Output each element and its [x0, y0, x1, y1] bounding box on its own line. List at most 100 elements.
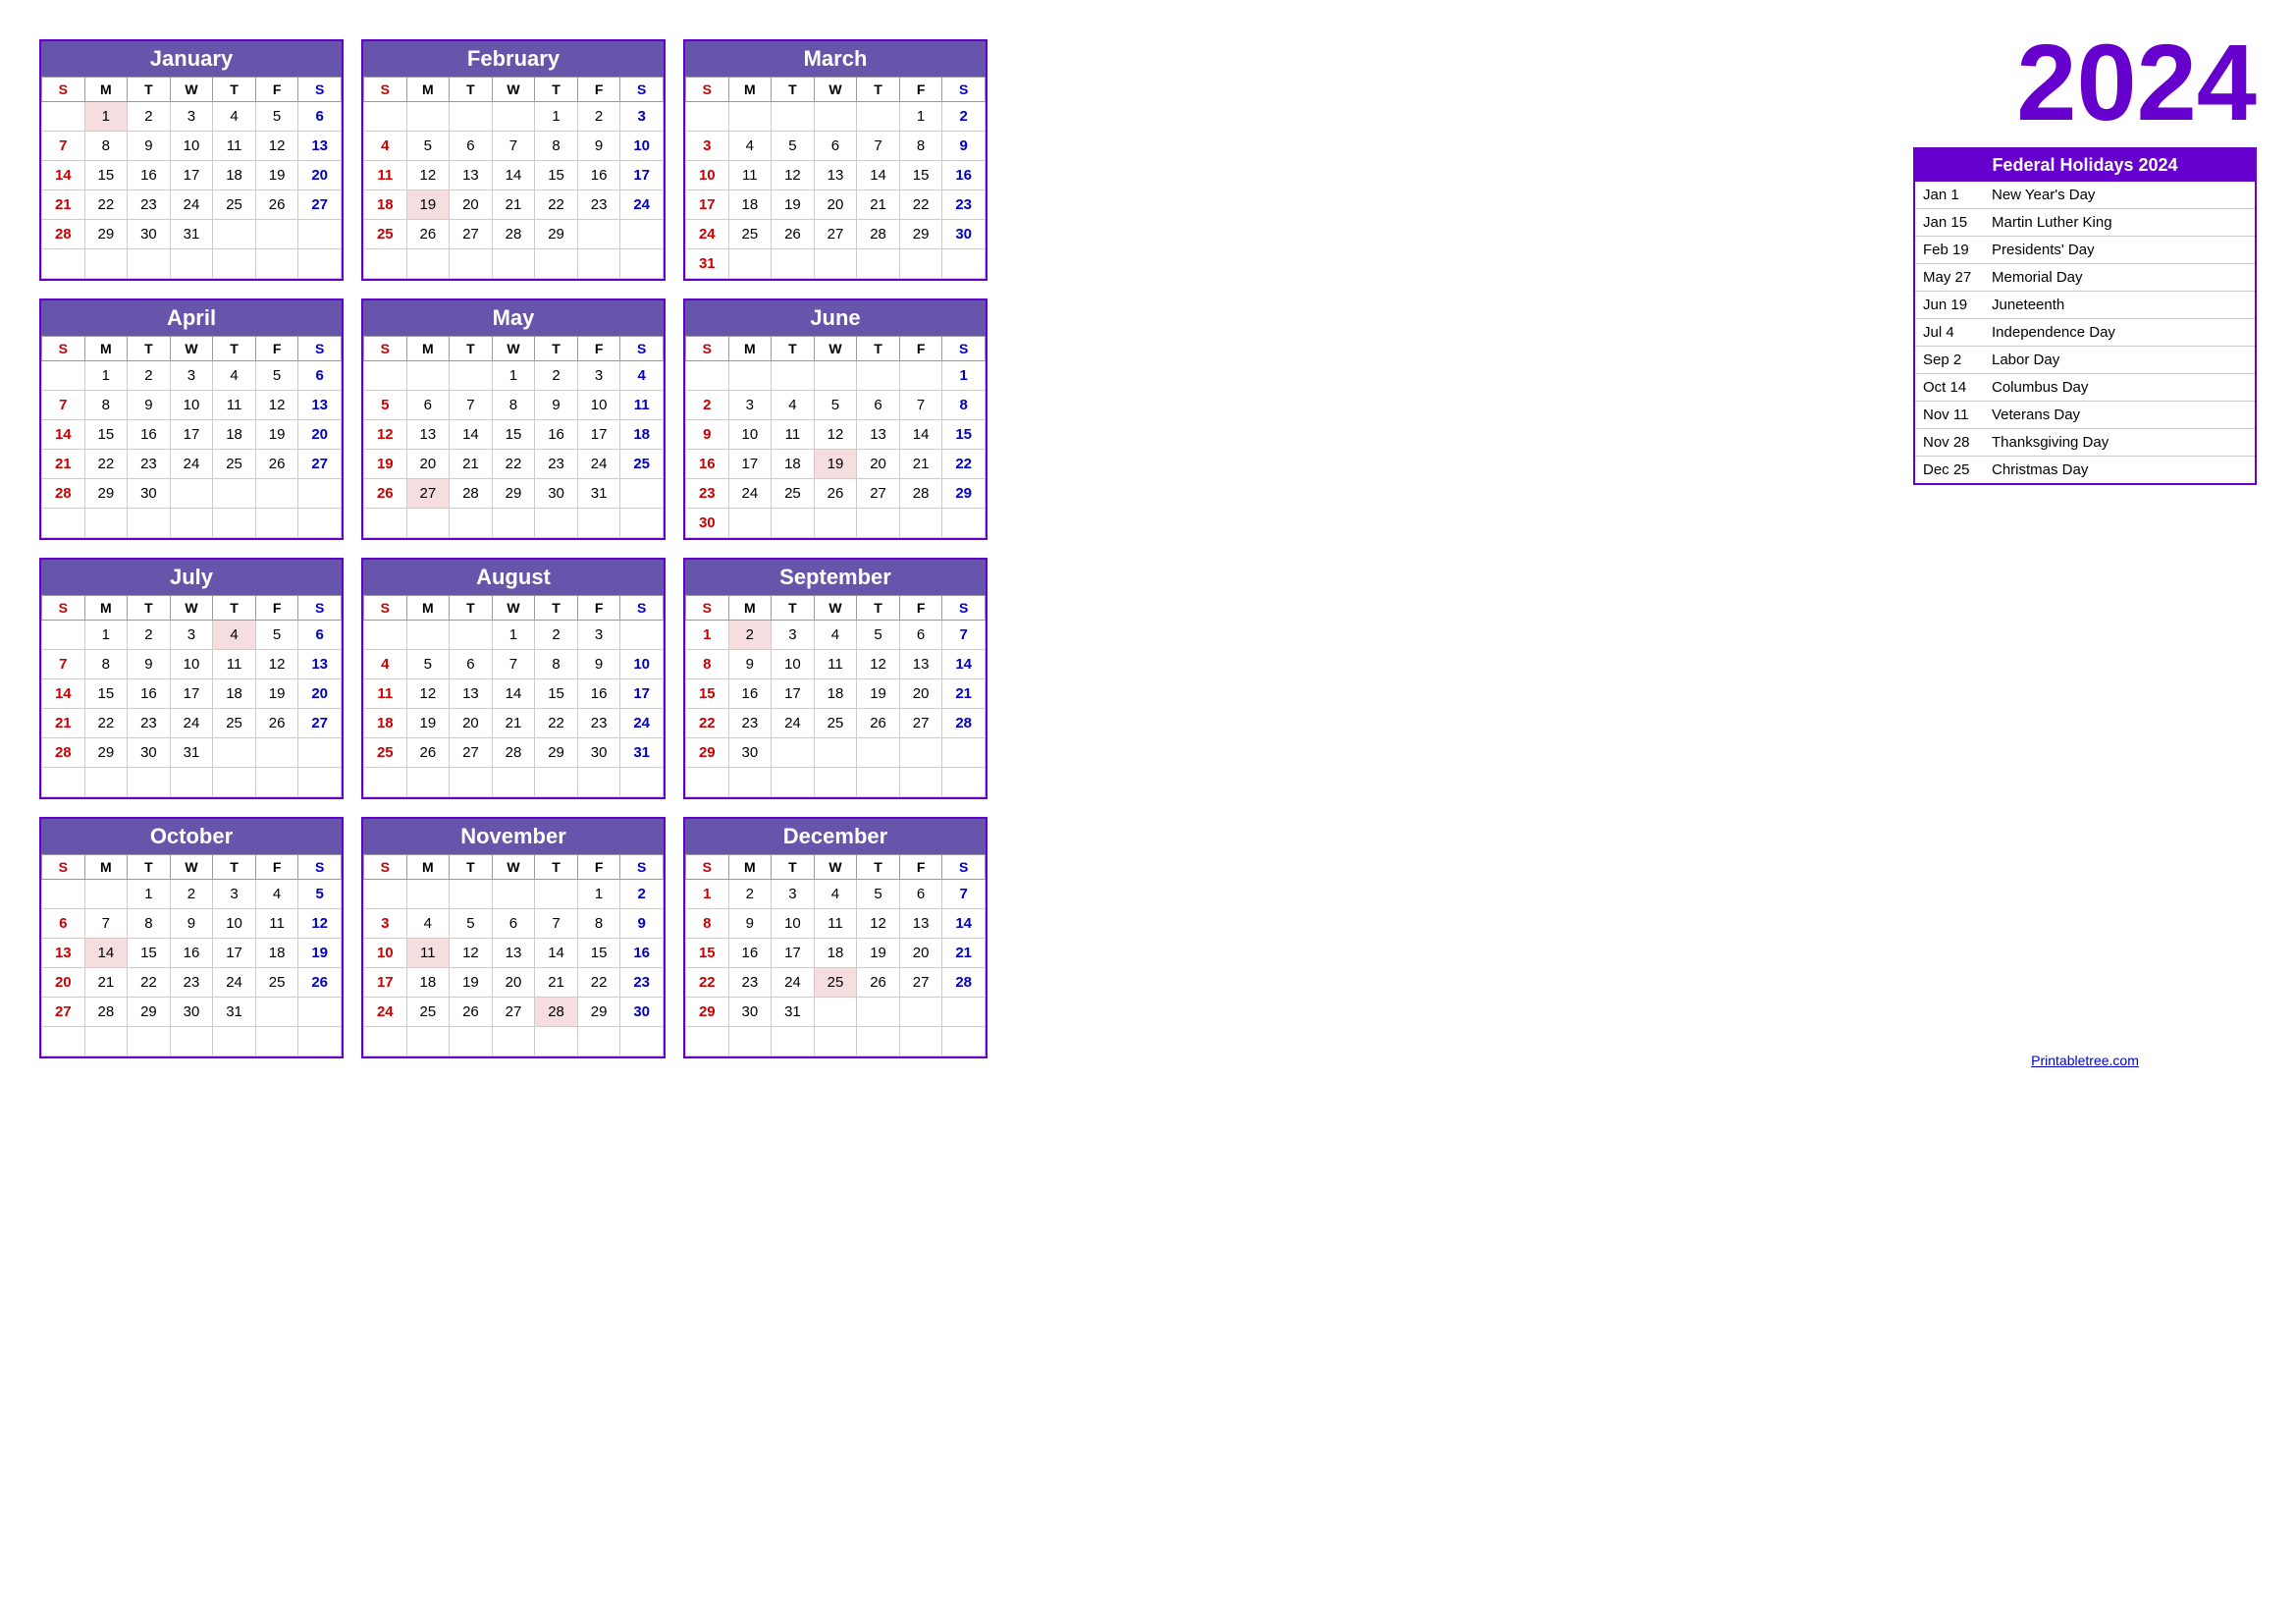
calendar-day: 9: [577, 650, 620, 679]
holiday-date: May 27: [1923, 269, 1992, 286]
calendar-day: [450, 249, 493, 279]
calendar-day: [577, 768, 620, 797]
calendar-day: 26: [857, 968, 900, 998]
calendar-day: 24: [728, 479, 772, 509]
calendar-day: [857, 738, 900, 768]
calendar-day: 24: [620, 190, 664, 220]
calendar-day: [84, 768, 128, 797]
day-header: T: [535, 337, 578, 361]
calendar-day: 21: [42, 450, 85, 479]
calendar-day: 13: [406, 420, 450, 450]
day-header: W: [492, 596, 535, 621]
calendar-day: 23: [686, 479, 729, 509]
calendar-day: [728, 361, 772, 391]
calendar-header: May: [363, 300, 664, 336]
calendar-day: 23: [577, 190, 620, 220]
calendar-day: [364, 102, 407, 132]
day-header: S: [620, 855, 664, 880]
calendar-day: 16: [128, 420, 171, 450]
calendar-day: 28: [42, 479, 85, 509]
calendar-day: 1: [84, 102, 128, 132]
day-header: W: [492, 337, 535, 361]
holiday-date: Feb 19: [1923, 242, 1992, 258]
calendar-day: 24: [772, 968, 815, 998]
calendar-day: 29: [942, 479, 986, 509]
calendar-day: 3: [620, 102, 664, 132]
calendar-day: 2: [535, 361, 578, 391]
calendar-day: [450, 1027, 493, 1056]
printable-link[interactable]: Printabletree.com: [1913, 1033, 2257, 1068]
day-header: M: [406, 596, 450, 621]
calendar-day: 10: [686, 161, 729, 190]
calendar-march: MarchSMTWTFS1234567891011121314151617181…: [683, 39, 988, 281]
calendar-day: 5: [857, 880, 900, 909]
calendar-september: SeptemberSMTWTFS123456789101112131415161…: [683, 558, 988, 799]
calendar-day: 14: [84, 939, 128, 968]
calendar-day: 2: [535, 621, 578, 650]
calendar-day: 10: [364, 939, 407, 968]
calendar-day: [728, 249, 772, 279]
calendar-day: 4: [772, 391, 815, 420]
calendar-day: 11: [255, 909, 298, 939]
calendar-day: 11: [814, 650, 857, 679]
calendar-table: SMTWTFS123456789101112131415161718192021…: [363, 77, 664, 279]
day-header: S: [42, 855, 85, 880]
day-header: W: [814, 596, 857, 621]
calendar-header: September: [685, 560, 986, 595]
calendar-day: 7: [42, 650, 85, 679]
calendar-day: 19: [857, 939, 900, 968]
calendar-day: 28: [857, 220, 900, 249]
calendar-day: [42, 102, 85, 132]
calendar-day: 30: [942, 220, 986, 249]
calendar-day: 3: [772, 621, 815, 650]
day-header: S: [364, 337, 407, 361]
calendar-day: 9: [686, 420, 729, 450]
calendar-day: [492, 102, 535, 132]
calendar-day: 28: [492, 738, 535, 768]
calendar-day: [213, 738, 256, 768]
day-header: T: [213, 855, 256, 880]
calendar-day: 16: [128, 679, 171, 709]
calendar-day: [535, 249, 578, 279]
calendar-day: 25: [364, 738, 407, 768]
day-header: T: [857, 78, 900, 102]
calendar-day: 11: [814, 909, 857, 939]
calendar-day: [620, 1027, 664, 1056]
calendar-day: 3: [170, 102, 213, 132]
calendar-day: 8: [535, 650, 578, 679]
day-header: S: [298, 78, 342, 102]
calendar-day: 2: [128, 621, 171, 650]
calendar-day: 30: [686, 509, 729, 538]
calendar-day: 12: [298, 909, 342, 939]
holiday-date: Nov 28: [1923, 434, 1992, 451]
calendar-day: [814, 361, 857, 391]
calendar-day: [255, 1027, 298, 1056]
calendar-day: 22: [535, 709, 578, 738]
calendar-day: 13: [899, 650, 942, 679]
calendar-april: AprilSMTWTFS1234567891011121314151617181…: [39, 298, 344, 540]
calendar-day: 6: [42, 909, 85, 939]
calendar-day: 7: [450, 391, 493, 420]
calendar-header: April: [41, 300, 342, 336]
calendar-day: [899, 361, 942, 391]
calendar-january: JanuarySMTWTFS12345678910111213141516171…: [39, 39, 344, 281]
day-header: F: [255, 596, 298, 621]
calendar-day: 10: [170, 650, 213, 679]
calendar-day: [620, 768, 664, 797]
calendar-day: 17: [364, 968, 407, 998]
calendar-day: 14: [492, 161, 535, 190]
calendar-day: [899, 998, 942, 1027]
calendar-day: [84, 249, 128, 279]
calendar-day: 21: [84, 968, 128, 998]
day-header: T: [450, 596, 493, 621]
calendar-day: [492, 509, 535, 538]
calendar-day: 9: [128, 650, 171, 679]
calendar-day: 14: [857, 161, 900, 190]
calendar-day: 7: [899, 391, 942, 420]
calendar-day: 26: [772, 220, 815, 249]
calendar-day: [364, 249, 407, 279]
calendar-day: 17: [577, 420, 620, 450]
holiday-name: Thanksgiving Day: [1992, 434, 2109, 451]
calendar-day: [492, 1027, 535, 1056]
holiday-name: Independence Day: [1992, 324, 2115, 341]
